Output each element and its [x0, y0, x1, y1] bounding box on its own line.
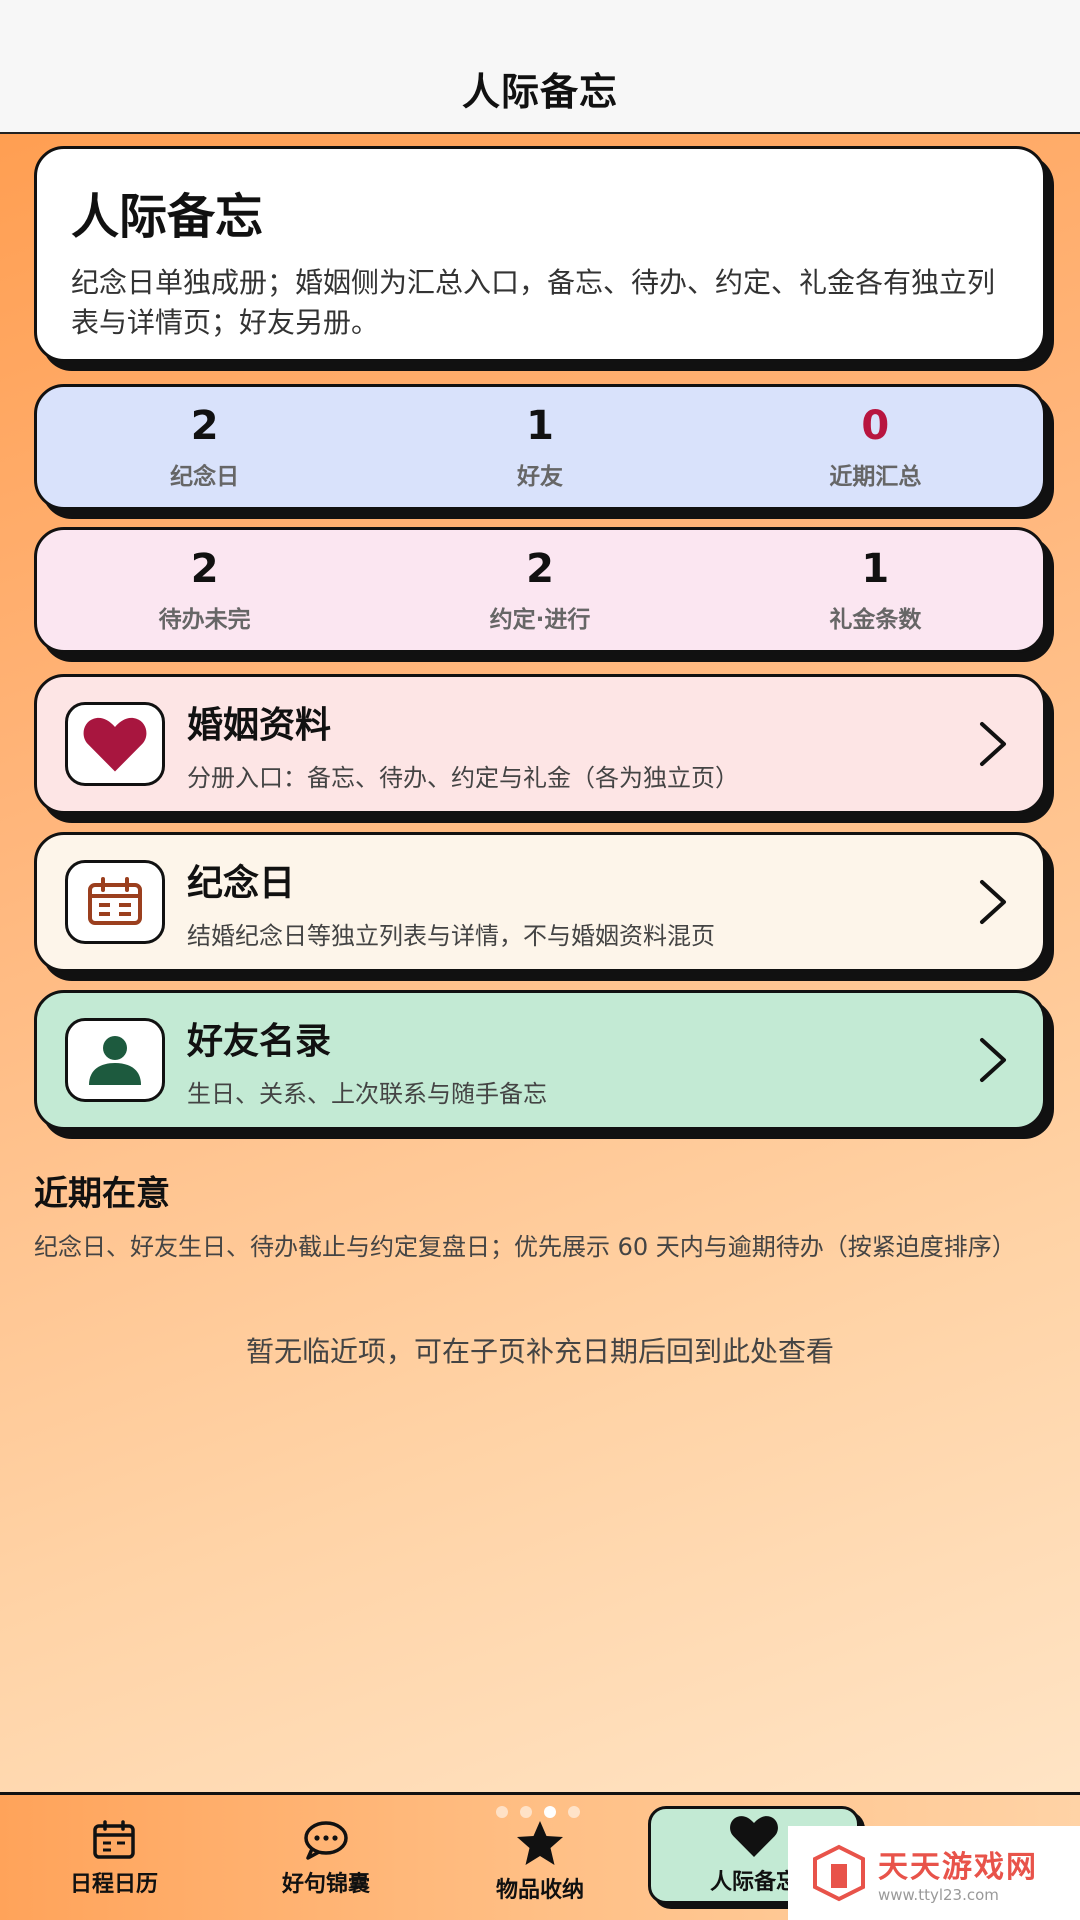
chevron-right-icon: [973, 1032, 1013, 1088]
tab-good-quotes[interactable]: 好句锦囊: [226, 1820, 426, 1898]
friends-directory-card[interactable]: 好友名录 生日、关系、上次联系与随手备忘: [34, 990, 1046, 1130]
stat-recent-summary[interactable]: 0 近期汇总: [708, 387, 1043, 507]
stats-row-secondary: 2 待办未完 2 约定·进行 1 礼金条数: [34, 527, 1046, 653]
top-bar: 人际备忘: [0, 0, 1080, 134]
page-title: 人际备忘: [461, 70, 618, 114]
recent-description: 纪念日、好友生日、待办截止与约定复盘日；优先展示 60 天内与逾期待办（按紧迫度…: [34, 1233, 1016, 1261]
stat-label: 礼金条数: [829, 607, 922, 633]
stat-label: 约定·进行: [489, 607, 591, 633]
stat-todo-open[interactable]: 2 待办未完: [37, 530, 372, 650]
tab-label: 人际备忘: [709, 1870, 798, 1895]
chat-bubble-icon: [304, 1821, 348, 1860]
anniversary-card[interactable]: 纪念日 结婚纪念日等独立列表与详情，不与婚姻资料混页: [34, 832, 1046, 972]
tab-schedule-calendar[interactable]: 日程日历: [14, 1820, 214, 1898]
recent-empty-state: 暂无临近项，可在子页补充日期后回到此处查看: [245, 1335, 834, 1368]
watermark-logo-icon: [813, 1844, 865, 1902]
stat-label: 近期汇总: [829, 464, 922, 490]
stat-label: 待办未完: [158, 607, 251, 633]
heart-icon: [83, 717, 147, 772]
marriage-profile-card[interactable]: 婚姻资料 分册入口：备忘、待办、约定与礼金（各为独立页）: [34, 674, 1046, 814]
star-icon: [517, 1821, 563, 1865]
stat-value: 2: [526, 546, 554, 592]
intro-title: 人际备忘: [71, 189, 264, 245]
watermark-url: www.ttyl23.com: [878, 1886, 999, 1904]
tab-label: 日程日历: [69, 1872, 158, 1897]
recent-title: 近期在意: [34, 1174, 170, 1214]
stat-label: 好友: [516, 464, 563, 490]
card-title: 婚姻资料: [187, 704, 332, 746]
marriage-icon-box: [65, 702, 165, 786]
page-indicator: [496, 1806, 580, 1818]
card-title: 好友名录: [187, 1020, 332, 1062]
stat-value: 2: [190, 546, 219, 592]
stat-label: 纪念日: [170, 464, 240, 490]
stat-agreements-active[interactable]: 2 约定·进行: [372, 530, 707, 650]
card-subtitle: 分册入口：备忘、待办、约定与礼金（各为独立页）: [187, 763, 739, 792]
page-dot: [520, 1806, 532, 1818]
intro-description: 纪念日单独成册；婚姻侧为汇总入口，备忘、待办、约定、礼金各有独立列表与详情页；好…: [71, 266, 996, 339]
stat-anniversary[interactable]: 2 纪念日: [37, 387, 372, 507]
stat-value: 0: [861, 403, 890, 449]
card-subtitle: 生日、关系、上次联系与随手备忘: [187, 1079, 547, 1108]
calendar-icon: [88, 877, 142, 925]
friends-icon-box: [65, 1018, 165, 1102]
stat-value: 2: [190, 403, 219, 449]
person-icon: [89, 1036, 141, 1085]
stats-row-primary: 2 纪念日 1 好友 0 近期汇总: [34, 384, 1046, 510]
page-dot: [496, 1806, 508, 1818]
calendar-icon: [93, 1820, 135, 1859]
watermark-title: 天天游戏网: [878, 1850, 1038, 1885]
stat-gift-money-count[interactable]: 1 礼金条数: [708, 530, 1043, 650]
page-dot-active: [544, 1806, 556, 1818]
stat-value: 1: [861, 546, 890, 592]
chevron-right-icon: [973, 716, 1013, 772]
anniversary-icon-box: [65, 860, 165, 944]
recent-section: 近期在意 纪念日、好友生日、待办截止与约定复盘日；优先展示 60 天内与逾期待办…: [34, 1166, 1046, 1265]
intro-card: 人际备忘 纪念日单独成册；婚姻侧为汇总入口，备忘、待办、约定、礼金各有独立列表与…: [34, 146, 1046, 362]
tab-item-storage[interactable]: 物品收纳: [440, 1820, 640, 1904]
tab-label: 好句锦囊: [281, 1872, 370, 1897]
chevron-right-icon: [973, 874, 1013, 930]
page-dot: [568, 1806, 580, 1818]
stat-value: 1: [526, 403, 554, 449]
watermark: 天天游戏网 www.ttyl23.com: [788, 1826, 1080, 1920]
stat-friends[interactable]: 1 好友: [372, 387, 707, 507]
tab-label: 物品收纳: [495, 1878, 584, 1903]
card-title: 纪念日: [187, 862, 296, 904]
card-subtitle: 结婚纪念日等独立列表与详情，不与婚姻资料混页: [187, 921, 715, 950]
heart-icon: [730, 1816, 778, 1857]
